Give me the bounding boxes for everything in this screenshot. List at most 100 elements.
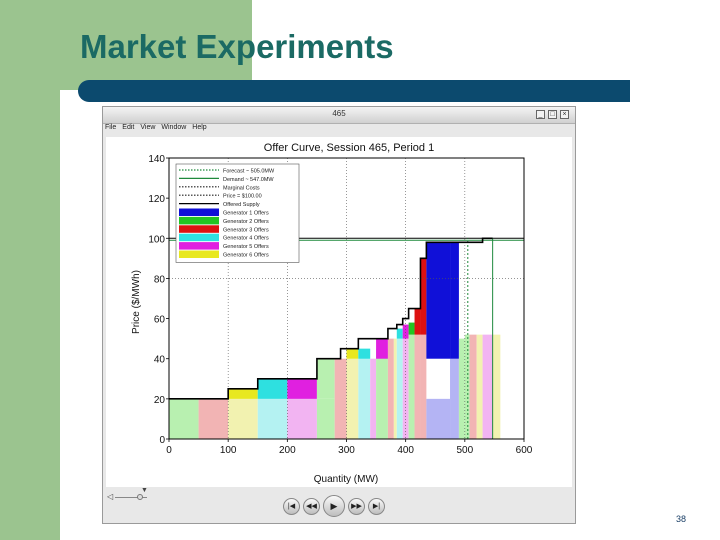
offer-segment-30 [426, 398, 451, 439]
legend-label-3: Price = $100.00 [223, 194, 262, 200]
legend-label-9: Generator 5 Offers [223, 244, 269, 250]
offer-segment-10 [334, 358, 347, 439]
y-tick-label-0: 0 [159, 435, 165, 446]
window-title: 465 [332, 109, 346, 118]
offer-segment-6 [228, 388, 258, 399]
legend-label-4: Offered Supply [223, 202, 260, 208]
menu-edit[interactable]: Edit [122, 124, 134, 136]
minimize-button[interactable]: _ [536, 110, 545, 119]
x-tick-label-4: 400 [397, 445, 414, 456]
offer-segment-37 [476, 334, 483, 439]
offer-segment-1 [198, 398, 229, 439]
offer-segment-2 [228, 398, 258, 439]
offer-segment-7 [257, 378, 288, 399]
offer-segment-35 [464, 334, 470, 439]
offer-segment-0 [169, 398, 199, 439]
offer-segment-11 [346, 358, 359, 439]
x-tick-label-6: 600 [516, 445, 533, 456]
x-tick-label-3: 300 [338, 445, 355, 456]
skip-end-button[interactable]: ▶| [368, 497, 385, 515]
offer-segment-9 [316, 358, 335, 399]
x-tick-label-5: 500 [456, 445, 473, 456]
y-tick-label-3: 60 [154, 315, 166, 326]
offer-segment-3 [257, 398, 288, 439]
offer-segment-16 [376, 348, 388, 439]
x-axis-label: Quantity (MW) [314, 474, 378, 485]
chart-title: Offer Curve, Session 465, Period 1 [264, 142, 434, 154]
y-tick-label-7: 140 [148, 154, 165, 165]
x-tick-label-2: 200 [279, 445, 296, 456]
play-button[interactable]: ▶ [323, 495, 345, 517]
speaker-icon: ◁ [107, 492, 114, 501]
legend-label-10: Generator 6 Offers [223, 253, 269, 259]
legend-label-7: Generator 3 Offers [223, 227, 269, 233]
volume-knob[interactable] [137, 494, 143, 500]
offer-segment-26 [414, 334, 421, 439]
x-tick-label-1: 100 [220, 445, 237, 456]
offer-segment-5 [316, 398, 335, 439]
skip-start-button[interactable]: |◀ [283, 497, 300, 515]
y-tick-label-2: 40 [154, 355, 166, 366]
menu-window[interactable]: Window [161, 124, 186, 136]
offer-segment-36 [469, 334, 477, 439]
offer-segment-38 [482, 334, 493, 439]
offer-segment-28 [420, 334, 427, 439]
offer-segment-27 [414, 308, 421, 335]
offer-segment-20 [396, 338, 403, 439]
legend-swatch-7 [179, 225, 219, 233]
offer-segment-12 [346, 348, 359, 359]
window-titlebar: 465 _ □ × [103, 107, 575, 124]
offer-segment-33 [450, 242, 459, 359]
volume-control[interactable]: ◁ ▼ [107, 487, 148, 501]
offer-segment-34 [458, 338, 465, 439]
page-number: 38 [676, 514, 687, 524]
offer-segment-24 [408, 334, 415, 439]
y-tick-label-5: 100 [148, 234, 165, 245]
offer-segment-17 [376, 338, 388, 359]
plot-area: 0 100 200 300 400 500 600 0 20 40 60 80 100 120 140 Fo… [106, 137, 572, 487]
legend-label-8: Generator 4 Offers [223, 236, 269, 242]
offer-curve-chart: 0 100 200 300 400 500 600 0 20 40 60 80 100 120 140 Fo… [131, 142, 533, 485]
offer-segment-25 [408, 322, 415, 335]
y-tick-label-6: 120 [148, 194, 165, 205]
menu-view[interactable]: View [140, 124, 155, 136]
legend-swatch-9 [179, 242, 219, 250]
offer-segment-21 [396, 328, 403, 339]
slide-title: Market Experiments [80, 28, 394, 65]
legend-label-1: Demand ~ 547.0MW [223, 177, 274, 183]
menu-bar: File Edit View Window Help [105, 124, 207, 136]
offer-segment-19 [393, 338, 397, 439]
menu-file[interactable]: File [105, 124, 116, 136]
y-axis-label: Price ($/MWh) [131, 270, 142, 334]
close-button[interactable]: × [560, 110, 569, 119]
offer-segment-31 [426, 242, 451, 359]
legend-swatch-8 [179, 233, 219, 242]
offer-segment-4 [287, 398, 317, 439]
offer-segment-13 [358, 348, 371, 439]
maximize-button[interactable]: □ [548, 110, 557, 119]
fast-forward-button[interactable]: ▶▶ [348, 497, 365, 515]
offer-segment-29 [420, 258, 427, 335]
title-underline-bar [78, 80, 630, 102]
legend-swatch-5 [179, 208, 219, 216]
legend-label-2: Marginal Costs [223, 185, 260, 191]
y-tick-label-4: 80 [154, 274, 166, 285]
chart-window: 465 _ □ × File Edit View Window Help 0 10… [102, 106, 576, 524]
menu-help[interactable]: Help [192, 124, 206, 136]
legend-label-0: Forecast ~ 505.0MW [223, 169, 275, 175]
left-accent-strip [0, 0, 60, 540]
media-controls: ◁ ▼ |◀ ◀◀ ▶ ▶▶ ▶| [103, 487, 575, 523]
offer-segment-32 [450, 358, 459, 439]
rewind-button[interactable]: ◀◀ [303, 497, 320, 515]
legend-label-6: Generator 2 Offers [223, 219, 269, 225]
legend-label-5: Generator 1 Offers [223, 211, 269, 217]
legend-swatch-6 [179, 216, 219, 225]
offer-segment-15 [370, 358, 377, 439]
x-tick-label-0: 0 [166, 445, 172, 456]
window-buttons: _ □ × [536, 110, 569, 119]
offer-segment-14 [358, 348, 371, 359]
chevron-down-icon[interactable]: ▼ [141, 487, 148, 494]
legend-swatch-10 [179, 250, 219, 258]
offer-segment-18 [387, 338, 394, 439]
offer-segment-8 [287, 378, 317, 399]
